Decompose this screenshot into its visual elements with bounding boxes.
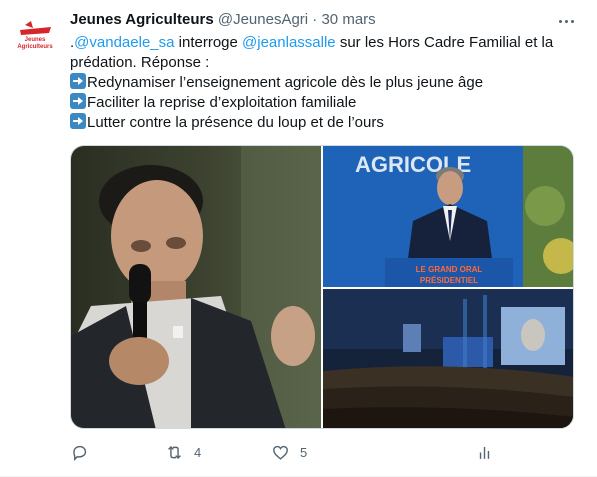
podium-text: LE GRAND ORAL — [416, 265, 483, 274]
like-button[interactable]: 5 — [271, 440, 307, 464]
tweet-text-line-1: .@vandaele_sa interroge @jeanlassalle su… — [70, 33, 570, 53]
tweet-text: .@vandaele_sa interroge @jeanlassalle su… — [70, 33, 570, 133]
header-separator: · — [312, 11, 318, 28]
bullet-text: Redynamiser l’enseignement agricole dès … — [87, 74, 484, 91]
bullet-text: Faciliter la reprise d’exploitation fami… — [87, 94, 357, 111]
bullet-item: Faciliter la reprise d’exploitation fami… — [70, 93, 570, 113]
bullet-text: Lutter contre la présence du loup et de … — [87, 114, 384, 131]
analytics-button[interactable] — [475, 440, 494, 464]
heart-icon — [273, 445, 288, 460]
tweet-header: Jeunes Agriculteurs @JeunesAgri · 30 mar… — [70, 10, 376, 30]
photo-3[interactable] — [323, 289, 573, 428]
podium-subtext: PRÉSIDENTIEL — [420, 276, 478, 285]
like-count: 5 — [300, 444, 308, 460]
author-handle[interactable]: @JeunesAgri — [218, 11, 308, 28]
bullet-item: Lutter contre la présence du loup et de … — [70, 113, 570, 133]
tweet-card[interactable]: Jeunes Agriculteurs Jeunes Agriculteurs … — [0, 0, 597, 477]
photo-2[interactable]: AGRICOLE LE GRAND ORAL PRÉSIDENTIEL — [323, 146, 573, 287]
reply-button[interactable] — [70, 440, 89, 464]
text-fragment: interroge — [174, 34, 243, 51]
ja-logo: Jeunes Agriculteurs — [11, 11, 59, 59]
avatar[interactable]: Jeunes Agriculteurs — [11, 11, 59, 59]
photo-1[interactable] — [71, 146, 321, 428]
more-options-icon[interactable] — [555, 12, 577, 30]
retweet-count: 4 — [194, 444, 202, 460]
avatar-logo-line2: Agriculteurs — [17, 44, 53, 50]
author-name[interactable]: Jeunes Agriculteurs — [70, 11, 214, 28]
media-grid: AGRICOLE LE GRAND ORAL PRÉSIDENTIEL — [70, 145, 574, 429]
mention-link[interactable]: @jeanlassalle — [242, 34, 336, 51]
retweet-button[interactable]: 4 — [165, 440, 201, 464]
bullet-item: Redynamiser l’enseignement agricole dès … — [70, 73, 570, 93]
retweet-icon — [168, 445, 181, 459]
right-arrow-icon — [70, 73, 86, 89]
reply-icon — [73, 445, 87, 461]
avatar-logo-line1: Jeunes — [25, 37, 46, 43]
analytics-icon — [479, 446, 490, 459]
action-bar: 4 5 — [70, 440, 570, 464]
text-fragment: sur les Hors Cadre Familial et la — [335, 34, 554, 51]
tweet-date[interactable]: 30 mars — [321, 11, 375, 28]
tweet-text-line-2: prédation. Réponse : — [70, 54, 210, 71]
right-arrow-icon — [70, 113, 86, 129]
mention-link[interactable]: @vandaele_sa — [74, 34, 174, 51]
right-arrow-icon — [70, 93, 86, 109]
